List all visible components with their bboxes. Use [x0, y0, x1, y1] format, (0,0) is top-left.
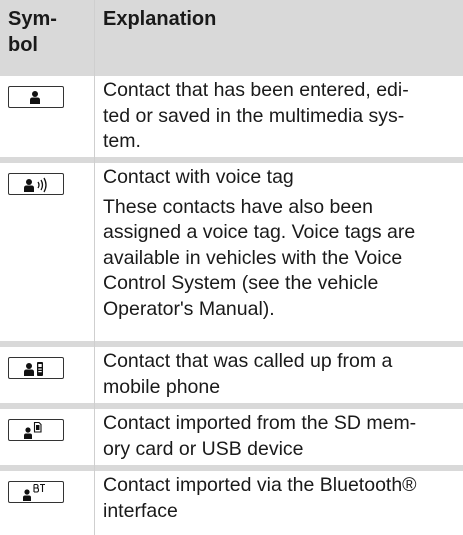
table-row: Contact that has been entered, edi- ted …	[0, 70, 463, 157]
row-separator	[0, 341, 463, 347]
header-explanation: Explanation	[103, 8, 217, 30]
row-explanation: Contact imported from the SD mem- ory ca…	[103, 412, 417, 460]
column-divider	[94, 0, 95, 535]
row-explanation: Contact that was called up from a mobile…	[103, 350, 393, 398]
header-symbol: Sym- bol	[8, 8, 57, 56]
row-separator	[0, 70, 463, 76]
table-row: Contact imported from the SD mem- ory ca…	[0, 403, 463, 465]
row-explanation: Contact that has been entered, edi- ted …	[103, 79, 409, 152]
row-separator	[0, 157, 463, 163]
row-explanation: Contact with voice tag These contacts ha…	[103, 166, 416, 320]
row-separator	[0, 403, 463, 409]
contact-mobile-phone-icon	[8, 357, 64, 379]
contact-sd-card-icon	[8, 419, 64, 441]
table-row: Contact that was called up from a mobile…	[0, 341, 463, 403]
contact-icon	[8, 86, 64, 108]
row-explanation: Contact imported via the Bluetooth® inte…	[103, 474, 417, 522]
contact-bluetooth-icon	[8, 481, 64, 503]
contact-voice-tag-icon	[8, 173, 64, 195]
table-row: Contact imported via the Bluetooth® inte…	[0, 465, 463, 535]
table-row: Contact with voice tag These contacts ha…	[0, 157, 463, 341]
row-separator	[0, 465, 463, 471]
table-header: Sym- bol Explanation	[0, 0, 463, 70]
